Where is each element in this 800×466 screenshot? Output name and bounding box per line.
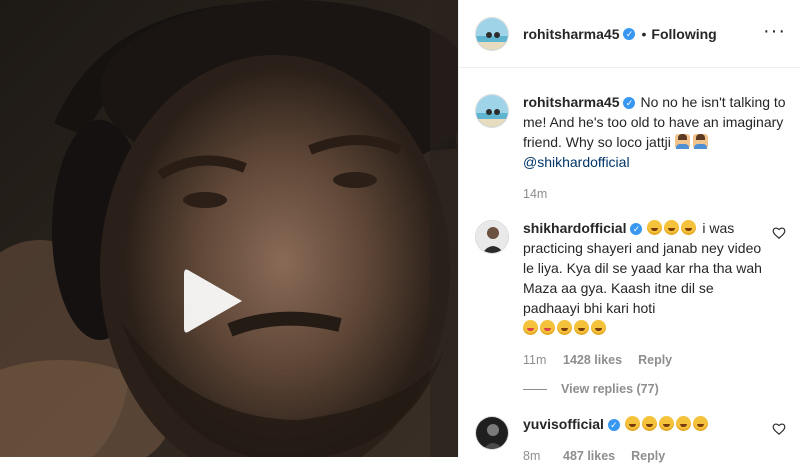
- heart-icon[interactable]: [772, 422, 786, 436]
- comment-row: shikhardofficial ✓ i was practicing shaye…: [475, 218, 786, 370]
- avatar[interactable]: [475, 16, 509, 51]
- laughing-emoji-icon: [591, 320, 606, 335]
- avatar[interactable]: [475, 94, 509, 128]
- play-button[interactable]: [178, 266, 248, 336]
- verified-badge-icon: ✓: [623, 97, 636, 109]
- laughing-emoji-icon: [624, 416, 640, 431]
- video-frame: [0, 0, 458, 457]
- comment-row: yuvisofficial ✓ 8m 487 likes Reply: [475, 414, 786, 466]
- laughing-emoji-icon: [692, 416, 708, 431]
- comment-username[interactable]: shikhardofficial: [523, 220, 626, 236]
- mention-link[interactable]: @shikhardofficial: [523, 154, 630, 170]
- laughing-emoji-icon: [647, 220, 663, 235]
- profile-picture-icon: [476, 417, 508, 449]
- play-icon: [184, 269, 242, 333]
- caption-username[interactable]: rohitsharma45: [523, 94, 619, 110]
- laughing-emoji-icon: [675, 416, 691, 431]
- separator-dot: •: [641, 25, 647, 42]
- view-replies-button[interactable]: View replies (77): [523, 382, 786, 396]
- replies-divider: [523, 388, 547, 390]
- avatar[interactable]: [475, 416, 509, 450]
- woman-emoji-icon: [692, 134, 708, 149]
- verified-badge-icon: ✓: [607, 419, 620, 431]
- comment-timestamp[interactable]: 11m: [523, 350, 563, 370]
- laughing-emoji-icon: [658, 416, 674, 431]
- comment-username[interactable]: yuvisofficial: [523, 416, 604, 432]
- following-button[interactable]: Following: [651, 26, 716, 42]
- more-options-icon[interactable]: ···: [763, 21, 786, 42]
- laughing-emoji-icon: [681, 220, 697, 235]
- comment-timestamp[interactable]: 8m: [523, 446, 563, 466]
- verified-badge-icon: ✓: [623, 27, 636, 40]
- verified-badge-icon: ✓: [630, 223, 643, 235]
- tongue-emoji-icon: [540, 320, 555, 335]
- comments-list: rohitsharma45 ✓ No no he isn't talking to …: [459, 68, 800, 466]
- laughing-emoji-icon: [664, 220, 680, 235]
- comment-body: yuvisofficial ✓ 8m 487 likes Reply: [523, 414, 766, 466]
- profile-picture-icon: [476, 17, 508, 50]
- caption-row: rohitsharma45 ✓ No no he isn't talking to …: [475, 92, 786, 204]
- post-sidebar: rohitsharma45 ✓ • Following ··· rohitsha…: [458, 0, 800, 463]
- post-author-username[interactable]: rohitsharma45: [523, 26, 619, 42]
- reply-button[interactable]: Reply: [638, 350, 672, 370]
- caption-meta: 14m: [523, 184, 786, 204]
- instagram-post-view: rohitsharma45 ✓ • Following ··· rohitsha…: [0, 0, 800, 463]
- caption-timestamp[interactable]: 14m: [523, 184, 563, 204]
- comment-meta: 11m 1428 likes Reply: [523, 350, 766, 370]
- laughing-emoji-icon: [557, 320, 572, 335]
- avatar[interactable]: [475, 220, 509, 254]
- laughing-emoji-icon: [574, 320, 589, 335]
- profile-picture-icon: [476, 95, 508, 127]
- comment-meta: 8m 487 likes Reply: [523, 446, 766, 466]
- reply-button[interactable]: Reply: [631, 446, 665, 466]
- post-header: rohitsharma45 ✓ • Following ···: [459, 0, 800, 68]
- heart-icon[interactable]: [772, 226, 786, 240]
- view-replies-label: View replies (77): [561, 382, 659, 396]
- profile-picture-icon: [476, 221, 508, 253]
- video-player[interactable]: [0, 0, 458, 457]
- comment-body: shikhardofficial ✓ i was practicing shaye…: [523, 218, 766, 370]
- comment-likes[interactable]: 1428 likes: [563, 350, 622, 370]
- laughing-emoji-icon: [641, 416, 657, 431]
- caption-body: rohitsharma45 ✓ No no he isn't talking to …: [523, 92, 786, 204]
- tongue-emoji-icon: [523, 320, 538, 335]
- woman-emoji-icon: [674, 134, 690, 149]
- comment-likes[interactable]: 487 likes: [563, 446, 615, 466]
